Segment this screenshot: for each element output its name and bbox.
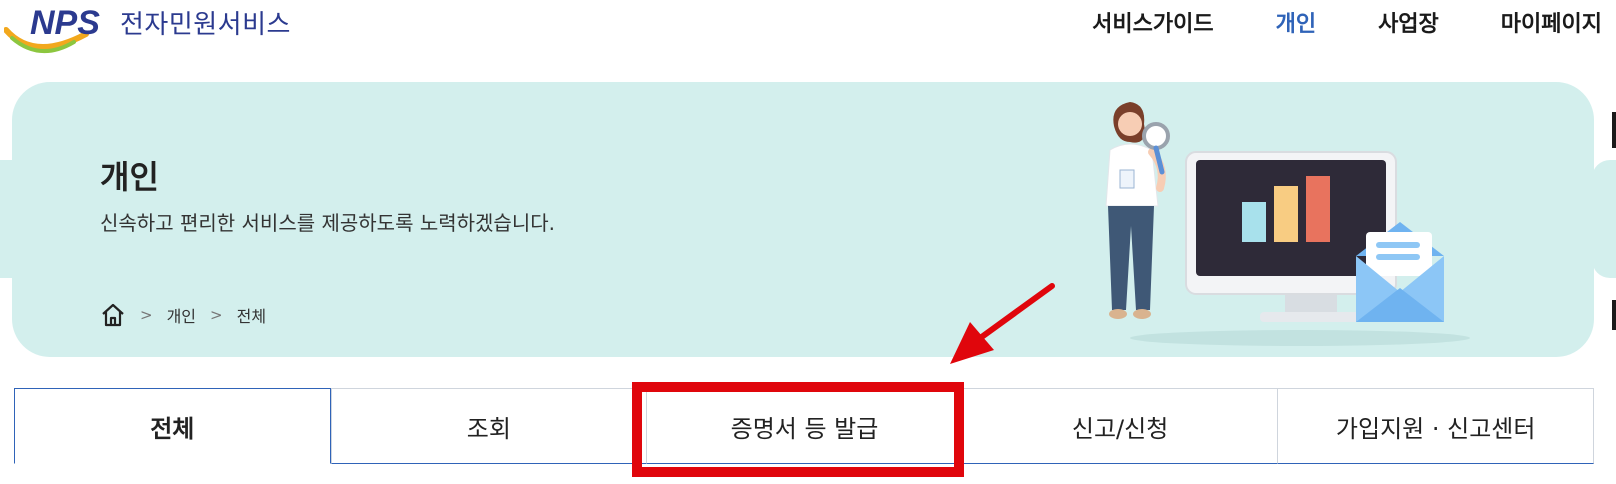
- banner-illustration: [1105, 102, 1470, 346]
- nav-business[interactable]: 사업장: [1378, 6, 1439, 38]
- tab-join-support-report-center[interactable]: 가입지원 · 신고센터: [1277, 388, 1594, 464]
- tab-inquiry[interactable]: 조회: [330, 388, 647, 464]
- chevron-right-icon: >: [210, 306, 223, 324]
- breadcrumb-item[interactable]: 개인: [167, 303, 196, 327]
- banner-edge-marker: [1612, 300, 1616, 330]
- page-description: 신속하고 편리한 서비스를 제공하도록 노력하겠습니다.: [100, 211, 555, 235]
- category-tabs: 전체 조회 증명서 등 발급 신고/신청 가입지원 · 신고센터: [14, 388, 1594, 464]
- site-logo[interactable]: NPS 전자민원서비스: [4, 0, 304, 60]
- breadcrumb: > 개인 > 전체: [100, 302, 266, 328]
- envelope-icon: [1356, 222, 1444, 322]
- service-name: 전자민원서비스: [120, 10, 291, 40]
- nav-service-guide[interactable]: 서비스가이드: [1092, 6, 1213, 38]
- logo-text: NPS: [30, 4, 100, 42]
- banner-edge-marker: [1612, 112, 1616, 148]
- banner-ear-right: [1592, 160, 1616, 278]
- page: NPS 전자민원서비스 서비스가이드 개인 사업장 마이페이지 개인 신속하고 …: [0, 0, 1616, 484]
- main-navigation: 서비스가이드 개인 사업장 마이페이지: [1030, 6, 1602, 38]
- nav-mypage[interactable]: 마이페이지: [1501, 6, 1602, 38]
- tab-report-application[interactable]: 신고/신청: [961, 388, 1278, 464]
- tab-certificate-issue[interactable]: 증명서 등 발급: [646, 388, 962, 464]
- nav-personal[interactable]: 개인: [1276, 6, 1316, 38]
- home-icon[interactable]: [100, 302, 126, 328]
- woman-figure: [1105, 102, 1170, 319]
- page-title: 개인: [100, 158, 159, 196]
- nps-logo-mark: NPS: [4, 4, 100, 54]
- tab-all[interactable]: 전체: [14, 388, 331, 464]
- breadcrumb-item-current: 전체: [236, 307, 267, 326]
- chevron-right-icon: >: [140, 306, 153, 324]
